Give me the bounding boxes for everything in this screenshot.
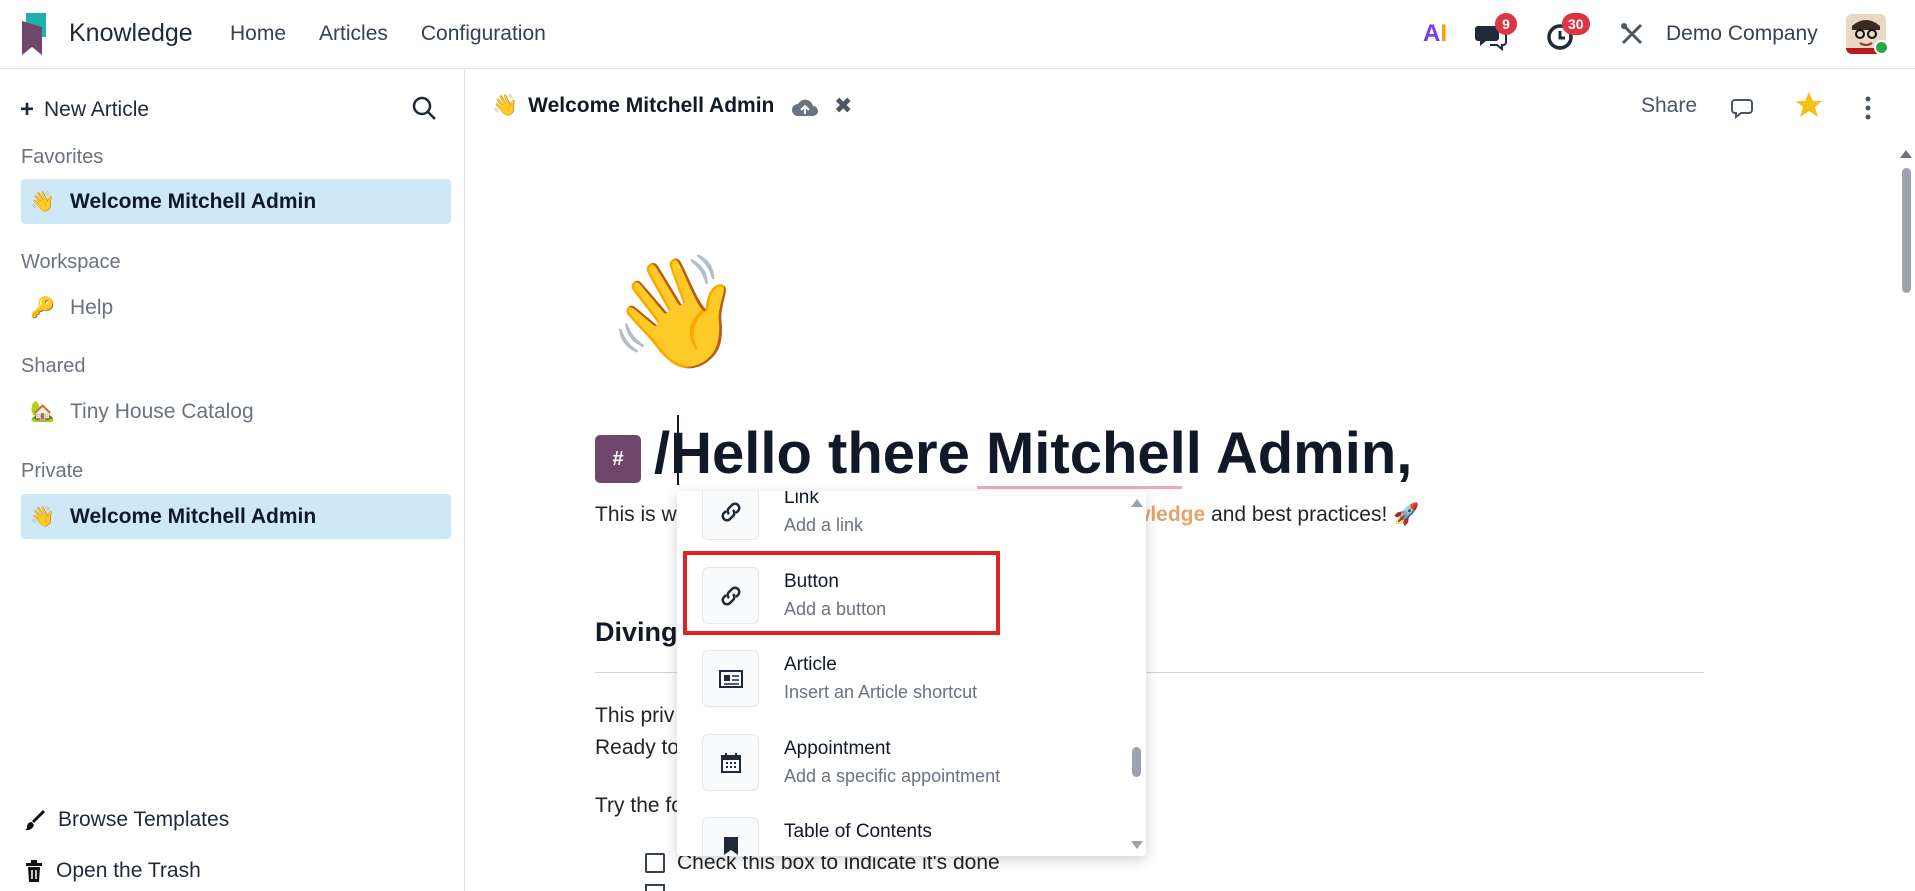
trash-icon — [26, 860, 42, 882]
open-trash-button[interactable]: Open the Trash — [24, 859, 201, 883]
browse-templates-button[interactable]: Browse Templates — [24, 808, 229, 832]
intro-paragraph-left[interactable]: This is w — [595, 503, 677, 527]
page-scrollbar-thumb[interactable] — [1902, 168, 1911, 293]
command-item-appointment[interactable]: Appointment Add a specific appointment — [702, 730, 1122, 800]
dropdown-scrollbar-thumb[interactable] — [1132, 747, 1141, 777]
article-breadcrumb-title: Welcome Mitchell Admin — [528, 94, 775, 117]
top-navbar: Knowledge Home Articles Configuration AI… — [0, 0, 1915, 69]
command-item-table-of-contents[interactable]: Table of Contents — [702, 813, 1122, 856]
waving-hand-icon: 👋 — [492, 94, 519, 117]
section-private-title[interactable]: Private — [21, 460, 83, 483]
button-option-highlight-box — [683, 551, 1000, 635]
paragraph-private[interactable]: This priv — [595, 704, 674, 728]
sidebar-item-label: Tiny House Catalog — [70, 399, 254, 423]
command-desc: Insert an Article shortcut — [784, 682, 978, 702]
new-article-label: New Article — [44, 98, 150, 121]
command-item-article[interactable]: Article Insert an Article shortcut — [702, 646, 1122, 716]
app-name[interactable]: Knowledge — [69, 19, 193, 48]
checklist-checkbox[interactable] — [645, 853, 665, 873]
section-workspace-title[interactable]: Workspace — [21, 251, 121, 274]
article-header: 👋 Welcome Mitchell Admin ✖ Share — [466, 70, 1915, 148]
company-switcher[interactable]: Demo Company — [1666, 22, 1818, 46]
new-article-button[interactable]: + New Article — [20, 96, 149, 124]
sidebar-item-private-welcome[interactable]: 👋 Welcome Mitchell Admin — [21, 494, 451, 539]
key-icon: 🔑 — [30, 297, 55, 319]
spellcheck-underline — [977, 486, 1182, 489]
heading-hash-button[interactable]: # — [595, 435, 641, 483]
command-title: Link — [784, 491, 819, 508]
dropdown-scroll-up-icon[interactable] — [1131, 499, 1143, 507]
text-caret — [677, 415, 679, 485]
chat-badge: 9 — [1495, 13, 1517, 35]
intro-tail: and best practices! 🚀 — [1205, 503, 1420, 526]
powerbox-command-menu: Link Add a link Button Add a button Arti… — [677, 491, 1146, 856]
sidebar-item-label: Welcome Mitchell Admin — [70, 189, 317, 213]
cloud-upload-icon[interactable] — [791, 96, 819, 120]
calendar-icon — [702, 734, 759, 791]
waving-hand-icon: 👋 — [30, 506, 55, 528]
more-options-icon[interactable] — [1864, 96, 1872, 120]
share-button[interactable]: Share — [1641, 94, 1697, 118]
sidebar-item-help[interactable]: 🔑 Help — [21, 285, 451, 330]
plus-icon: + — [20, 96, 35, 123]
sidebar-item-tiny-house-catalog[interactable]: 🏡 Tiny House Catalog — [21, 389, 451, 434]
command-desc: Add a link — [784, 515, 864, 535]
menu-articles[interactable]: Articles — [319, 22, 388, 46]
article-cover-emoji[interactable]: 👋 — [607, 258, 744, 368]
tools-icon[interactable] — [1619, 21, 1645, 47]
open-trash-label: Open the Trash — [56, 859, 201, 882]
section-shared-title[interactable]: Shared — [21, 355, 86, 378]
bookmark-icon — [702, 817, 759, 856]
command-title: Article — [784, 654, 837, 675]
section-favorites-title[interactable]: Favorites — [21, 146, 103, 169]
search-icon[interactable] — [410, 94, 438, 122]
command-title: Table of Contents — [784, 821, 932, 842]
menu-configuration[interactable]: Configuration — [421, 22, 546, 46]
knowledge-logo-icon[interactable] — [22, 13, 50, 55]
command-item-link[interactable]: Link Add a link — [702, 491, 1122, 549]
main-menu: Home Articles Configuration — [230, 22, 546, 46]
sidebar: + New Article Favorites 👋 Welcome Mitche… — [0, 70, 465, 891]
article-title-heading[interactable]: /Hello there Mitchell Admin, — [654, 420, 1412, 487]
activity-badge: 30 — [1562, 13, 1590, 35]
breadcrumb[interactable]: 👋 Welcome Mitchell Admin — [492, 94, 774, 118]
command-title: Appointment — [784, 738, 891, 759]
scroll-up-arrow-icon[interactable] — [1900, 150, 1912, 158]
browse-templates-label: Browse Templates — [58, 808, 230, 831]
checklist-checkbox-partial[interactable] — [645, 884, 665, 891]
sidebar-item-label: Welcome Mitchell Admin — [70, 504, 317, 528]
paint-brush-icon — [25, 809, 46, 831]
link-icon — [702, 491, 759, 540]
paragraph-try[interactable]: Try the fo — [595, 794, 683, 818]
online-status-dot — [1874, 40, 1889, 55]
discard-close-icon[interactable]: ✖ — [834, 93, 852, 119]
intro-paragraph-right[interactable]: wledge and best practices! 🚀 — [1134, 503, 1419, 527]
dropdown-scroll-down-icon[interactable] — [1131, 841, 1143, 849]
waving-hand-icon: 👋 — [30, 191, 55, 213]
paragraph-ready[interactable]: Ready to — [595, 736, 679, 760]
section-heading-diving[interactable]: Diving — [595, 617, 678, 648]
sidebar-item-label: Help — [70, 295, 114, 319]
ai-icon[interactable]: AI — [1423, 20, 1447, 48]
favorite-star-icon[interactable] — [1794, 90, 1824, 120]
menu-home[interactable]: Home — [230, 22, 286, 46]
command-desc: Add a specific appointment — [784, 766, 1001, 786]
sidebar-item-favorite-welcome[interactable]: 👋 Welcome Mitchell Admin — [21, 179, 451, 224]
comments-icon[interactable] — [1731, 96, 1757, 120]
newspaper-icon — [702, 650, 759, 707]
house-icon: 🏡 — [30, 401, 55, 423]
